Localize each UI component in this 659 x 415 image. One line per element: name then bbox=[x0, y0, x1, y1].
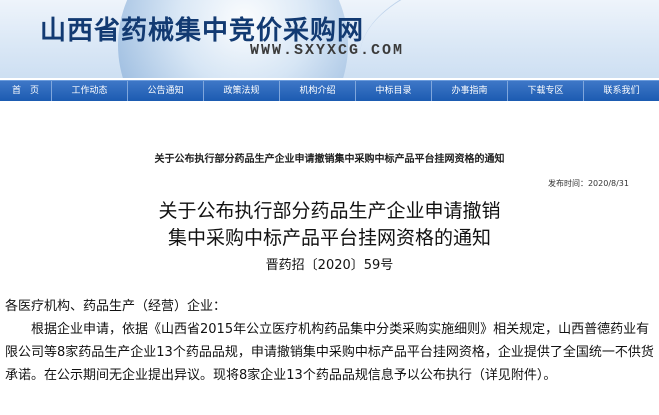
body-paragraph: 根据企业申请，依据《山西省2015年公立医疗机构药品集中分类采购实施细则》相关规… bbox=[5, 322, 654, 383]
nav-downloads[interactable]: 下载专区 bbox=[508, 81, 584, 101]
document-number: 晋药招〔2020〕59号 bbox=[265, 258, 394, 273]
salutation: 各医疗机构、药品生产（经营）企业： bbox=[5, 299, 227, 314]
nav-announcements[interactable]: 公告通知 bbox=[128, 81, 204, 101]
nav-guide[interactable]: 办事指南 bbox=[432, 81, 508, 101]
nav-contact[interactable]: 联系我们 bbox=[584, 81, 659, 101]
site-url[interactable]: WWW.SXYXCG.COM bbox=[250, 42, 404, 59]
document-title: 关于公布执行部分药品生产企业申请撤销 集中采购中标产品平台挂网资格的通知 bbox=[0, 198, 659, 252]
article-heading: 关于公布执行部分药品生产企业申请撤销集中采购中标产品平台挂网资格的通知 bbox=[154, 154, 505, 165]
banner-arc bbox=[360, 0, 659, 78]
publish-date: 发布时间：2020/8/31 bbox=[547, 179, 629, 188]
document-title-line-1: 关于公布执行部分药品生产企业申请撤销 bbox=[158, 200, 501, 222]
site-banner: 山西省药械集中竞价采购网 WWW.SXYXCG.COM bbox=[0, 0, 659, 78]
document-body: 各医疗机构、药品生产（经营）企业： 根据企业申请，依据《山西省2015年公立医疗… bbox=[5, 295, 655, 387]
nav-home[interactable]: 首 页 bbox=[0, 81, 52, 101]
nav-work-news[interactable]: 工作动态 bbox=[52, 81, 128, 101]
nav-bid-catalog[interactable]: 中标目录 bbox=[356, 81, 432, 101]
main-nav: 首 页 工作动态 公告通知 政策法规 机构介绍 中标目录 办事指南 下载专区 联… bbox=[0, 80, 659, 101]
nav-policies[interactable]: 政策法规 bbox=[204, 81, 280, 101]
nav-about[interactable]: 机构介绍 bbox=[280, 81, 356, 101]
document-title-line-2: 集中采购中标产品平台挂网资格的通知 bbox=[167, 227, 491, 249]
